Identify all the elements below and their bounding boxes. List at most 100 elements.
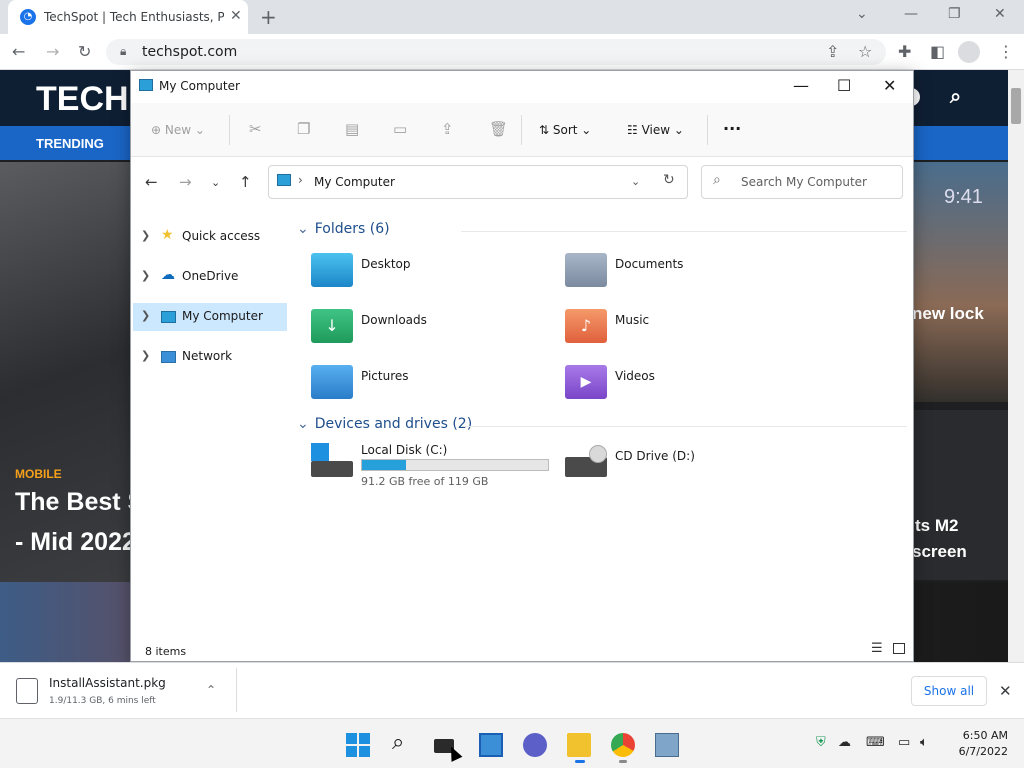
drive-local-disk-c[interactable]: Local Disk (C:) 91.2 GB free of 119 GB — [311, 443, 551, 491]
rename-icon[interactable]: ▭ — [393, 120, 407, 138]
expand-chevron-icon[interactable]: ❯ — [141, 309, 150, 322]
tab-close-icon[interactable]: ✕ — [230, 8, 242, 24]
expand-chevron-icon[interactable]: ❯ — [141, 229, 150, 242]
forward-icon[interactable]: → — [179, 173, 192, 191]
new-button[interactable]: ⊕ New ⌄ — [151, 123, 205, 137]
nav-item-onedrive[interactable]: ❯ ☁ OneDrive — [133, 263, 287, 291]
folder-downloads[interactable]: ↓ Downloads — [311, 309, 531, 353]
security-shield-icon[interactable]: ⛨ — [816, 735, 826, 750]
drive-usage-fill — [362, 460, 406, 470]
explorer-titlebar[interactable]: My Computer — ☐ ✕ — [131, 71, 913, 103]
details-view-icon[interactable]: ☰ — [871, 641, 883, 656]
folder-label: Documents — [615, 257, 684, 271]
close-shelf-icon[interactable]: ✕ — [999, 682, 1012, 700]
minimize-icon[interactable]: — — [793, 76, 809, 95]
folder-pictures[interactable]: Pictures — [311, 365, 531, 409]
collapse-chevron-icon[interactable]: ⌄ — [297, 221, 309, 237]
recent-locations-chevron-icon[interactable]: ⌄ — [211, 176, 220, 189]
extensions-puzzle-icon[interactable]: ✚ — [898, 42, 911, 61]
nav-item-my-computer[interactable]: ❯ My Computer — [133, 303, 287, 331]
copy-icon[interactable]: ❐ — [297, 120, 310, 138]
drive-cd-d[interactable]: CD Drive (D:) — [565, 443, 765, 483]
folder-documents[interactable]: Documents — [565, 253, 785, 297]
tab-title: TechSpot | Tech Enthusiasts, Power — [44, 10, 224, 24]
page-scrollbar[interactable] — [1008, 70, 1024, 662]
network-offline-icon[interactable]: ☁ — [838, 735, 851, 750]
scrollbar-thumb[interactable] — [1011, 88, 1021, 124]
delete-icon[interactable]: 🗑︎ — [489, 120, 508, 138]
browser-menu-icon[interactable]: ⋮ — [998, 42, 1014, 61]
clock-date[interactable]: 6/7/2022 — [948, 745, 1008, 758]
up-arrow-icon[interactable]: ↑ — [239, 173, 252, 191]
download-status: 1.9/11.3 GB, 6 mins left — [49, 696, 156, 706]
expand-chevron-icon[interactable]: ❯ — [141, 349, 150, 362]
address-dropdown-icon[interactable]: ⌄ — [631, 175, 640, 188]
headline-line1[interactable]: The Best S — [15, 488, 144, 517]
share-icon[interactable]: ⇪ — [441, 120, 454, 138]
url-text[interactable]: techspot.com — [142, 44, 237, 60]
restore-browser-icon[interactable]: ❐ — [948, 6, 961, 22]
drives-group-header[interactable]: ⌄ Devices and drives (2) — [297, 416, 472, 432]
file-explorer-icon[interactable] — [567, 733, 591, 757]
refresh-icon[interactable]: ↻ — [663, 172, 675, 188]
search-icon[interactable]: ⌕ — [392, 730, 416, 755]
close-browser-icon[interactable]: ✕ — [994, 6, 1006, 22]
download-options-chevron-icon[interactable]: ⌃ — [206, 683, 216, 697]
nav-trending[interactable]: TRENDING — [36, 136, 104, 151]
sort-button[interactable]: ⇅ Sort ⌄ — [539, 123, 591, 137]
photos-icon[interactable] — [655, 733, 679, 757]
download-filename[interactable]: InstallAssistant.pkg — [49, 676, 166, 690]
close-icon[interactable]: ✕ — [883, 76, 896, 95]
search-placeholder[interactable]: Search My Computer — [741, 175, 867, 189]
reload-icon[interactable]: ↻ — [78, 42, 91, 61]
status-bar-items: 8 items — [145, 645, 187, 658]
forward-arrow-icon[interactable]: → — [46, 42, 59, 61]
folder-desktop[interactable]: Desktop — [311, 253, 531, 297]
folder-label: Videos — [615, 369, 655, 383]
hero-image-left[interactable] — [0, 162, 140, 582]
view-button[interactable]: ☷ View ⌄ — [627, 123, 684, 137]
browser-tab[interactable]: ◔ TechSpot | Tech Enthusiasts, Power ✕ — [8, 0, 248, 34]
tab-search-chevron-icon[interactable]: ⌄ — [856, 6, 868, 22]
side-panel-icon[interactable]: ◧ — [930, 42, 945, 61]
paste-icon[interactable]: ▤ — [345, 120, 359, 138]
headline-line2[interactable]: - Mid 2022 — [15, 528, 136, 557]
right-headline-2[interactable]: ts M2 — [915, 516, 958, 536]
nav-item-network[interactable]: ❯ Network — [133, 343, 287, 371]
widgets-icon[interactable] — [479, 733, 503, 757]
category-tag[interactable]: MOBILE — [15, 467, 62, 481]
teams-chat-icon[interactable] — [523, 733, 547, 757]
right-headline-3[interactable]: screen — [912, 542, 967, 562]
large-icons-view-icon[interactable] — [893, 643, 905, 654]
expand-chevron-icon[interactable]: ❯ — [141, 269, 150, 282]
volume-icon[interactable]: 🔈︎ — [920, 735, 928, 750]
clock-time[interactable]: 6:50 AM — [958, 729, 1008, 742]
keyboard-icon[interactable]: ⌨ — [866, 735, 885, 750]
folders-group-header[interactable]: ⌄ Folders (6) — [297, 221, 390, 237]
right-headline-1[interactable]: new lock — [912, 304, 984, 324]
display-icon[interactable]: ▭ — [898, 735, 910, 750]
back-arrow-icon[interactable]: ← — [12, 42, 25, 61]
start-windows-icon[interactable] — [346, 733, 370, 757]
share-icon[interactable]: ⇪ — [826, 42, 839, 61]
more-options-button[interactable]: ··· — [723, 119, 741, 138]
folder-music[interactable]: ♪ Music — [565, 309, 785, 353]
site-logo[interactable]: TECH — [36, 80, 129, 119]
collapse-chevron-icon[interactable]: ⌄ — [297, 416, 309, 432]
maximize-icon[interactable]: ☐ — [837, 76, 851, 95]
back-icon[interactable]: ← — [145, 173, 158, 191]
nav-item-quick-access[interactable]: ❯ ★ Quick access — [133, 223, 287, 251]
chrome-icon[interactable] — [611, 733, 635, 757]
minimize-browser-icon[interactable]: — — [904, 6, 918, 22]
new-tab-button[interactable]: + — [260, 5, 277, 29]
cut-icon[interactable]: ✂ — [249, 120, 262, 138]
bookmark-star-icon[interactable]: ☆ — [858, 42, 872, 61]
folder-videos[interactable]: ▶ Videos — [565, 365, 785, 409]
window-title: My Computer — [159, 79, 240, 93]
address-text[interactable]: My Computer — [314, 175, 395, 189]
profile-avatar-icon[interactable] — [958, 41, 980, 63]
site-search-icon[interactable]: ⌕ — [950, 84, 961, 108]
show-all-button[interactable]: Show all — [911, 676, 987, 706]
file-explorer-window: My Computer — ☐ ✕ ⊕ New ⌄ ✂ ❐ ▤ ▭ ⇪ 🗑︎ ⇅… — [130, 70, 914, 662]
lock-icon[interactable]: 🔒︎ — [120, 44, 126, 59]
